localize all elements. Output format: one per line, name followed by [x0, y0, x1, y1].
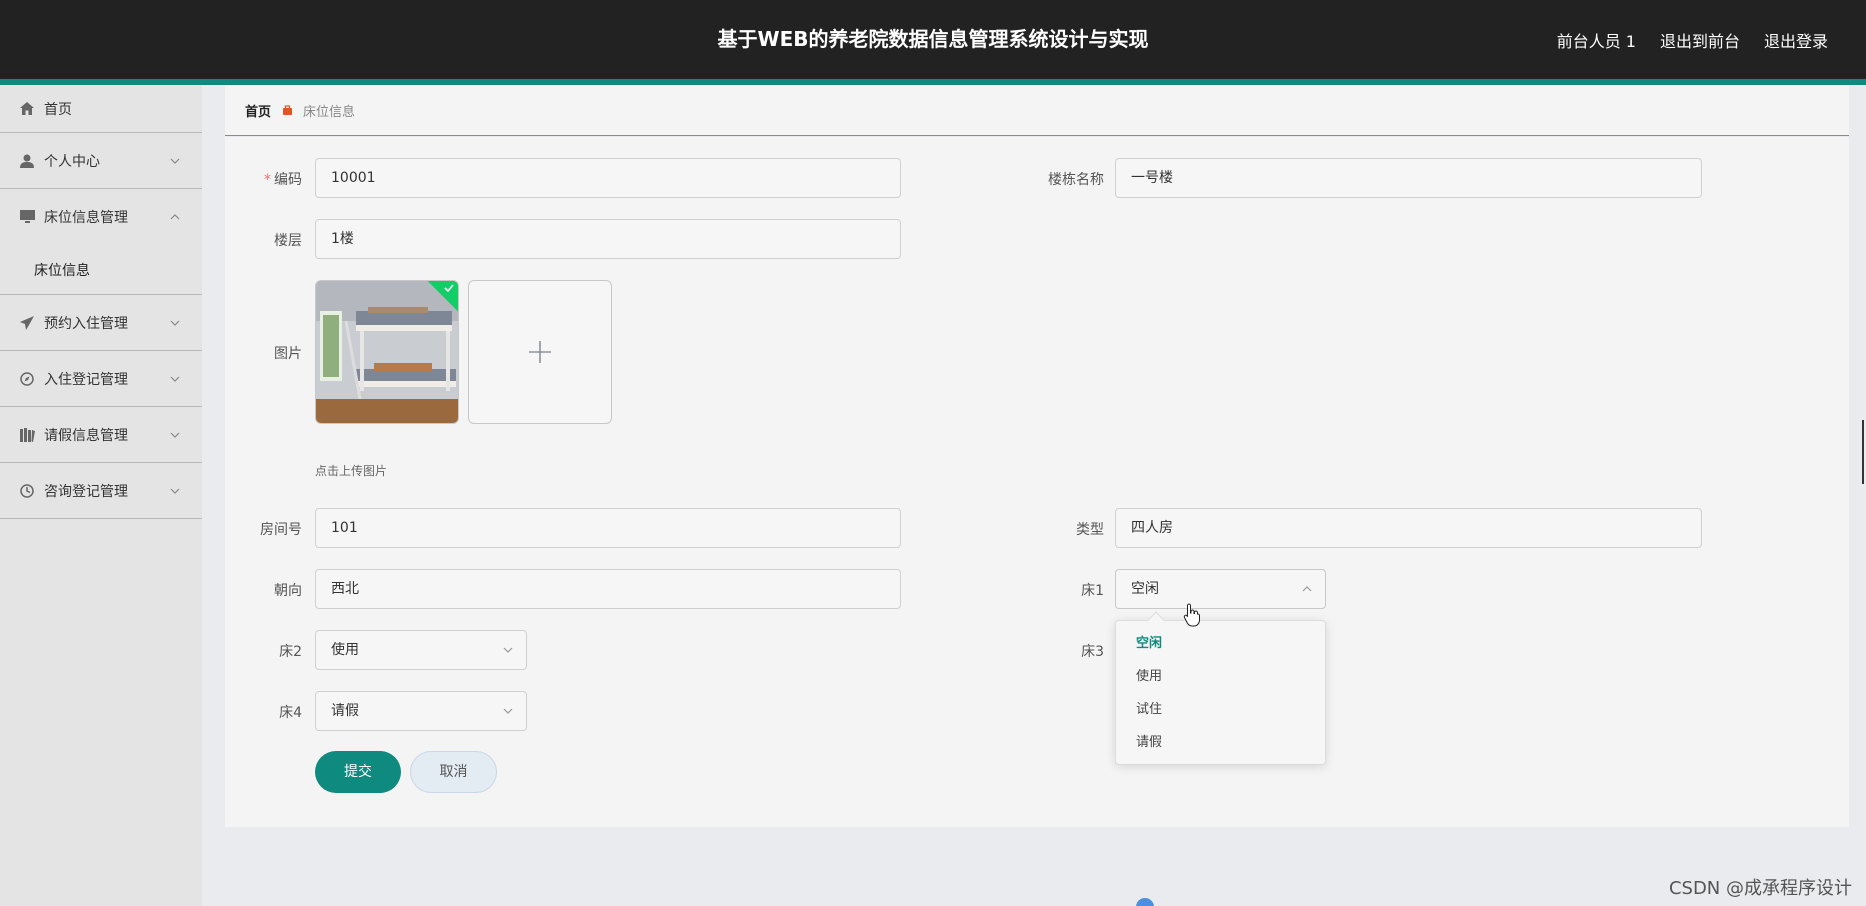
sidebar-item-reservation[interactable]: 预约入住管理	[0, 295, 202, 351]
type-input[interactable]: 四人房	[1115, 508, 1702, 548]
image-label: 图片	[274, 346, 302, 362]
bed2-select-value: 使用	[331, 642, 359, 658]
floor-label: 楼层	[274, 233, 302, 249]
uploaded-image-thumbnail[interactable]	[315, 280, 459, 424]
books-icon	[18, 427, 36, 443]
building-label: 楼栋名称	[1048, 172, 1104, 188]
bed4-select-value: 请假	[331, 703, 359, 719]
bed1-select[interactable]: 空闲	[1115, 569, 1326, 609]
bed2-select[interactable]: 使用	[315, 630, 527, 670]
building-input[interactable]: 一号楼	[1115, 158, 1702, 198]
chevron-down-icon	[503, 708, 513, 714]
dropdown-option-in-use[interactable]: 使用	[1116, 660, 1325, 693]
top-links: 前台人员 1 退出到前台 退出登录	[1557, 0, 1828, 79]
dropdown-option-leave[interactable]: 请假	[1116, 726, 1325, 759]
sidebar-item-home[interactable]: 首页	[0, 85, 202, 133]
check-icon	[444, 284, 454, 293]
sidebar-item-label: 预约入住管理	[44, 315, 128, 332]
sidebar-item-personal[interactable]: 个人中心	[0, 133, 202, 189]
bed1-select-value: 空闲	[1131, 581, 1159, 597]
sidebar-item-label: 床位信息管理	[44, 210, 128, 226]
orientation-input[interactable]: 西北	[315, 569, 901, 609]
chevron-up-icon	[1302, 586, 1312, 592]
sidebar-item-label: 个人中心	[44, 153, 100, 170]
sidebar-item-bed-management[interactable]: 床位信息管理	[0, 189, 202, 245]
send-icon	[18, 315, 36, 331]
chevron-down-icon	[503, 647, 513, 653]
back-to-front-link[interactable]: 退出到前台	[1660, 28, 1740, 52]
code-label: * 编码	[264, 172, 302, 188]
home-icon	[18, 101, 36, 117]
sidebar-subitem-bed-info[interactable]: 床位信息	[0, 245, 202, 295]
dropdown-option-free[interactable]: 空闲	[1116, 627, 1325, 660]
sidebar-item-label: 咨询登记管理	[44, 483, 128, 500]
watermark: CSDN @成承程序设计	[1668, 878, 1852, 899]
room-input[interactable]: 101	[315, 508, 901, 548]
logout-link[interactable]: 退出登录	[1764, 28, 1828, 52]
breadcrumb-separator-icon	[281, 104, 293, 116]
bed2-label: 床2	[279, 644, 302, 660]
clock-icon	[18, 483, 36, 499]
hand-pointer-icon	[1183, 603, 1200, 627]
compass-icon	[18, 371, 36, 387]
sidebar-item-label: 请假信息管理	[44, 427, 128, 444]
cancel-button[interactable]: 取消	[410, 751, 497, 793]
chevron-down-icon	[170, 488, 180, 494]
image-upload-button[interactable]	[468, 280, 612, 424]
sidebar: 首页 个人中心 床位信息管理 床位信息 预约入住管理 入住登记管理 请假信息管理…	[0, 85, 202, 906]
sidebar-item-leave[interactable]: 请假信息管理	[0, 407, 202, 463]
user-icon	[18, 153, 36, 169]
bed4-label: 床4	[279, 705, 302, 721]
room-label: 房间号	[260, 522, 302, 538]
upload-tip: 点击上传图片	[315, 464, 388, 478]
bed3-label: 床3	[1081, 644, 1104, 660]
bed1-dropdown: 空闲 使用 试住 请假	[1115, 611, 1326, 765]
type-label: 类型	[1076, 522, 1104, 538]
chevron-down-icon	[170, 158, 180, 164]
orientation-label: 朝向	[274, 583, 302, 599]
bedroom-photo	[316, 281, 458, 423]
monitor-icon	[18, 209, 36, 225]
chevron-up-icon	[170, 214, 180, 220]
bed4-select[interactable]: 请假	[315, 691, 527, 731]
bed1-label: 床1	[1081, 583, 1104, 599]
breadcrumb-home[interactable]: 首页	[245, 101, 271, 120]
floor-input[interactable]: 1楼	[315, 219, 901, 259]
submit-button[interactable]: 提交	[315, 751, 401, 793]
chevron-down-icon	[170, 432, 180, 438]
sidebar-item-checkin[interactable]: 入住登记管理	[0, 351, 202, 407]
chevron-down-icon	[170, 376, 180, 382]
breadcrumb-current: 床位信息	[303, 104, 356, 120]
sidebar-item-label: 首页	[44, 101, 72, 118]
required-mark: *	[264, 172, 271, 188]
plus-icon	[529, 341, 551, 363]
dropdown-option-trial[interactable]: 试住	[1116, 693, 1325, 726]
chevron-down-icon	[170, 320, 180, 326]
floating-indicator	[1136, 898, 1154, 906]
sidebar-item-consult[interactable]: 咨询登记管理	[0, 463, 202, 519]
code-input[interactable]: 10001	[315, 158, 901, 198]
breadcrumb: 首页 床位信息	[225, 85, 1849, 136]
current-user-link[interactable]: 前台人员 1	[1557, 28, 1636, 52]
scrollbar-edge	[1862, 420, 1864, 484]
sidebar-item-label: 入住登记管理	[44, 371, 128, 388]
